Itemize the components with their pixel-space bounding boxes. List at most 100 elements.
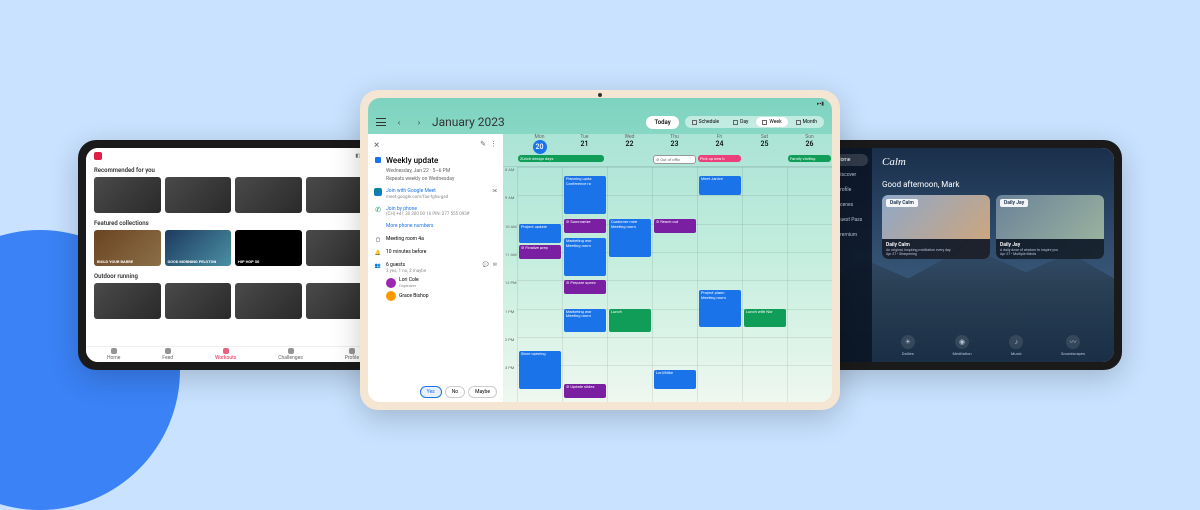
location-icon: ▢ [374,236,382,244]
tab-profile[interactable]: Profile [345,348,359,361]
workout-card[interactable] [94,177,161,213]
collection-card-morning[interactable]: GOOD MORNING PELOTON [165,230,232,266]
tab-music[interactable]: ♪Music [1009,335,1023,356]
view-day[interactable]: Day [727,117,754,127]
tab-feed[interactable]: Feed [162,348,173,361]
allday-event[interactable]: Pick up new b [698,155,741,162]
tab-soundscapes[interactable]: 〰Soundscapes [1061,335,1085,356]
sun-icon: ☀ [901,335,915,349]
allday-event[interactable]: Family visiting [788,155,831,162]
today-button[interactable]: Today [646,116,678,129]
prev-button[interactable]: ‹ [392,115,406,129]
calendar-event[interactable]: Project update [519,224,561,243]
calendar-toolbar: ‹ › January 2023 Today Schedule Day Week… [368,110,832,134]
feed-icon [165,348,171,354]
month-icon [796,120,801,125]
tablet-calm: Home Discover Profile Scenes Guest Pass … [812,140,1122,370]
tab-challenges[interactable]: Challenges [278,348,303,361]
calendar-event[interactable]: Lunch with Nor [744,309,786,328]
view-month[interactable]: Month [790,117,823,127]
calendar-event[interactable]: Meet Janice [699,176,741,195]
day-header[interactable]: Mon20 [517,134,562,154]
workouts-icon [223,348,229,354]
share-icon[interactable]: ⫘ [492,188,497,194]
week-grid: Mon20 Tue21 Wed22 Thu23 Fri24 Sat25 Sun2… [503,134,832,402]
google-meet-icon [374,188,382,196]
daily-calm-card[interactable]: Daily Calm Daily Calm An original, inspi… [882,195,990,259]
more-icon[interactable]: ⋮ [490,140,497,151]
view-schedule[interactable]: Schedule [686,117,725,127]
calendar-event[interactable]: Customer mee Meeting room [609,219,651,257]
tab-meditation[interactable]: ◉Meditation [953,335,972,356]
calm-logo: Calm [882,156,1104,168]
peloton-logo-icon [94,152,102,160]
workout-card[interactable] [94,283,161,319]
camera-icon [598,93,602,97]
email-icon[interactable]: ✉ [493,262,497,268]
challenges-icon [288,348,294,354]
calendar-event[interactable]: ⊘ Finalize prep [519,245,561,259]
home-icon [111,348,117,354]
tab-home[interactable]: Home [107,348,120,361]
calendar-event[interactable]: ⊘ Reach out [654,219,696,233]
greeting-text: Good afternoon, Mark [882,180,1104,189]
tab-workouts[interactable]: Workouts [215,348,236,361]
event-detail-panel: × ✎ ⋮ Weekly update Wednesday, Jan 22 · … [368,134,503,402]
status-bar: ▸▪▮ [368,98,832,110]
chat-icon[interactable]: 💬 [483,262,489,268]
section-recommended: Recommended for you [86,164,380,177]
people-icon: 👥 [374,262,382,270]
view-week[interactable]: Week [756,117,787,127]
avatar [386,278,396,288]
workout-card[interactable] [235,283,302,319]
calendar-event[interactable]: ⊘ Prepare speec [564,280,606,294]
calendar-event[interactable]: Project plann Meeting room [699,290,741,328]
collection-card-hiphop[interactable]: HIP HOP 50 [235,230,302,266]
day-header[interactable]: Sun26 [787,134,832,154]
workout-card[interactable] [235,177,302,213]
menu-icon[interactable] [376,118,386,126]
week-icon [762,120,767,125]
peloton-tab-bar: Home Feed Workouts Challenges Profile [86,346,380,362]
rsvp-maybe-button[interactable]: Maybe [468,386,497,398]
rsvp-yes-button[interactable]: Yes [420,386,442,398]
next-button[interactable]: › [412,115,426,129]
calendar-event[interactable]: Planning upda Conference ro [564,176,606,214]
calendar-event[interactable]: Lunch [609,309,651,333]
day-header[interactable]: Wed22 [607,134,652,154]
attendee-row[interactable]: Lori ColeOrganizer [386,277,497,288]
section-featured: Featured collections [86,217,380,230]
calendar-event[interactable]: Marketing wor Meeting room [564,309,606,333]
day-header[interactable]: Thu23 [652,134,697,154]
edit-icon[interactable]: ✎ [480,140,486,151]
calendar-event[interactable]: ⊘ Summarize [564,219,606,233]
day-header[interactable]: Fri24 [697,134,742,154]
calendar-event[interactable]: ⊘ Update slides [564,384,606,398]
rsvp-no-button[interactable]: No [445,386,465,398]
close-icon[interactable]: × [374,140,379,151]
avatar [386,291,396,301]
collection-card-barre[interactable]: BUILD YOUR BARRE [94,230,161,266]
allday-event[interactable]: ⊘ Out of offic [653,155,696,164]
more-phones-link[interactable]: More phone numbers [386,223,497,230]
day-header[interactable]: Sat25 [742,134,787,154]
day-header[interactable]: Tue21 [562,134,607,154]
phone-icon: ✆ [374,206,382,214]
tablet-calendar: ▸▪▮ ‹ › January 2023 Today Schedule Day … [360,90,840,410]
peloton-header: ◧ ◩ ▢ [86,148,380,164]
event-color-icon [375,157,381,163]
profile-icon [349,348,355,354]
lotus-icon: ◉ [955,335,969,349]
daily-jay-card[interactable]: Daily Jay Daily Jay A daily dose of wisd… [996,195,1104,259]
workout-card[interactable] [165,283,232,319]
tab-dailies[interactable]: ☀Dailies [901,335,915,356]
calendar-event[interactable]: Lori/Mike [654,370,696,389]
view-switcher: Schedule Day Week Month [685,116,824,128]
tablet-peloton: ◧ ◩ ▢ Recommended for you Featured colle… [78,140,388,370]
schedule-icon [692,120,697,125]
calendar-event[interactable]: Marketing wor Meeting room [564,238,606,276]
workout-card[interactable] [165,177,232,213]
calendar-event[interactable]: Store opening [519,351,561,389]
event-title: Weekly update [386,156,497,166]
attendee-row[interactable]: Grace Bishop [386,291,497,301]
